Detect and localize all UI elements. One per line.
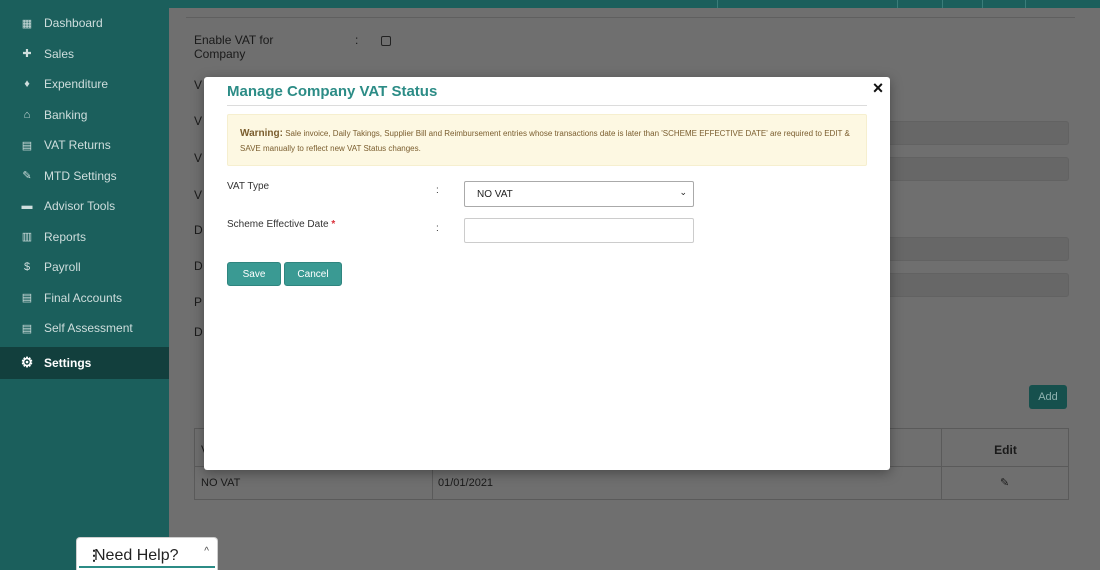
warning-lead: Warning: [240, 128, 283, 139]
close-icon[interactable]: × [870, 79, 886, 97]
table-cell-vat-type: NO VAT [201, 477, 241, 489]
vat-type-selected-value: NO VAT [477, 188, 513, 200]
add-button[interactable]: Add [1029, 385, 1067, 409]
sidebar-item-label: Advisor Tools [44, 199, 116, 214]
sidebar-item-settings[interactable]: ⚙ Settings [0, 346, 169, 379]
manage-vat-status-modal: × Manage Company VAT Status Warning: Sal… [204, 77, 890, 470]
sidebar-item-advisor-tools[interactable]: ▬ Advisor Tools [0, 191, 169, 222]
background-input[interactable] [859, 157, 1069, 181]
self-assessment-icon: ▤ [21, 322, 33, 335]
sidebar-item-label: Dashboard [44, 16, 103, 31]
banking-icon: ⌂ [23, 108, 31, 121]
row-label-initial: V [194, 188, 203, 202]
sidebar-item-final-accounts[interactable]: ▤ Final Accounts [0, 283, 169, 314]
row-label-initial: D [194, 259, 203, 273]
row-label-initial: P [194, 295, 203, 309]
modal-divider [227, 105, 867, 106]
vat-returns-icon: ▤ [21, 139, 33, 152]
field-colon: : [355, 33, 359, 47]
top-bar-divider [982, 0, 983, 8]
sidebar-item-sales[interactable]: ✚ Sales [0, 39, 169, 70]
final-accounts-icon: ▤ [21, 292, 33, 305]
table-column-divider [941, 429, 942, 500]
sidebar-item-mtd-settings[interactable]: ✎ MTD Settings [0, 161, 169, 192]
sidebar-item-payroll[interactable]: $ Payroll [0, 252, 169, 283]
help-underline [79, 566, 215, 568]
sidebar-item-label: Expenditure [44, 77, 109, 92]
enable-vat-label-line1: Enable VAT for [194, 33, 274, 47]
field-colon: : [436, 185, 439, 196]
reports-icon: ▥ [21, 231, 33, 244]
scheme-effective-date-label: Scheme Effective Date * [227, 219, 335, 230]
section-divider [186, 17, 1075, 18]
sidebar-item-label: Sales [44, 46, 75, 61]
dashboard-icon: ▦ [21, 17, 33, 30]
mtd-settings-icon: ✎ [22, 170, 32, 183]
enable-vat-label: Enable VAT for Company [194, 33, 273, 61]
sales-icon: ✚ [22, 48, 32, 61]
settings-icon: ⚙ [20, 354, 34, 370]
sidebar-item-label: Reports [44, 229, 87, 244]
vat-type-select[interactable]: NO VAT ⌄ [464, 181, 694, 207]
need-help-widget[interactable]: ⋮ Need Help? ^ [76, 537, 218, 570]
expenditure-icon: ♦ [24, 78, 30, 91]
sidebar-item-expenditure[interactable]: ♦ Expenditure [0, 69, 169, 100]
scheme-date-label-text: Scheme Effective Date [227, 219, 329, 230]
chevron-down-icon: ⌄ [679, 187, 687, 197]
sidebar-item-label: Settings [44, 355, 92, 370]
background-input[interactable] [859, 121, 1069, 145]
table-column-divider [432, 466, 433, 500]
chevron-up-icon[interactable]: ^ [204, 546, 209, 557]
sidebar-item-label: Banking [44, 107, 88, 122]
sidebar: ▦ Dashboard ✚ Sales ♦ Expenditure ⌂ Banking ▤ VAT… [0, 0, 169, 570]
edit-column-header: Edit [994, 443, 1017, 457]
row-label-initial: V [194, 114, 203, 128]
sidebar-item-dashboard[interactable]: ▦ Dashboard [0, 8, 169, 39]
background-input[interactable] [859, 237, 1069, 261]
required-marker: * [331, 219, 336, 230]
sidebar-item-self-assessment[interactable]: ▤ Self Assessment [0, 313, 169, 344]
field-colon: : [436, 223, 439, 234]
background-input[interactable] [859, 273, 1069, 297]
top-bar-divider [717, 0, 718, 8]
enable-vat-label-line2: Company [194, 47, 246, 61]
cancel-button[interactable]: Cancel [284, 262, 342, 286]
sidebar-item-banking[interactable]: ⌂ Banking [0, 100, 169, 131]
modal-title: Manage Company VAT Status [227, 83, 438, 100]
scheme-effective-date-input[interactable] [464, 218, 694, 243]
warning-box: Warning: Sale invoice, Daily Takings, Su… [227, 114, 867, 166]
edit-icon[interactable]: ✎ [1000, 476, 1009, 489]
enable-vat-checkbox[interactable] [381, 36, 391, 46]
sidebar-item-reports[interactable]: ▥ Reports [0, 222, 169, 253]
sidebar-item-label: Payroll [44, 260, 81, 275]
row-label-initial: D [194, 325, 203, 339]
table-cell-effective-date: 01/01/2021 [438, 477, 494, 489]
row-label-initial: V [194, 78, 203, 92]
sidebar-item-label: MTD Settings [44, 168, 117, 183]
top-bar-divider [942, 0, 943, 8]
sidebar-item-vat-returns[interactable]: ▤ VAT Returns [0, 130, 169, 161]
need-help-label: Need Help? [94, 547, 179, 564]
save-button[interactable]: Save [227, 262, 281, 286]
row-label-initial: D [194, 223, 203, 237]
top-bar [169, 0, 1100, 8]
warning-text: Sale invoice, Daily Takings, Supplier Bi… [240, 129, 850, 153]
vat-type-label: VAT Type [227, 181, 270, 192]
top-bar-divider [1025, 0, 1026, 8]
top-bar-divider [897, 0, 898, 8]
sidebar-item-label: Final Accounts [44, 290, 123, 305]
sidebar-item-label: VAT Returns [44, 138, 111, 153]
advisor-tools-icon: ▬ [21, 200, 33, 213]
sidebar-item-label: Self Assessment [44, 321, 133, 336]
sidebar-list: ▦ Dashboard ✚ Sales ♦ Expenditure ⌂ Banking ▤ VAT… [0, 0, 169, 379]
row-label-initial: V [194, 151, 203, 165]
payroll-icon: $ [23, 261, 31, 274]
